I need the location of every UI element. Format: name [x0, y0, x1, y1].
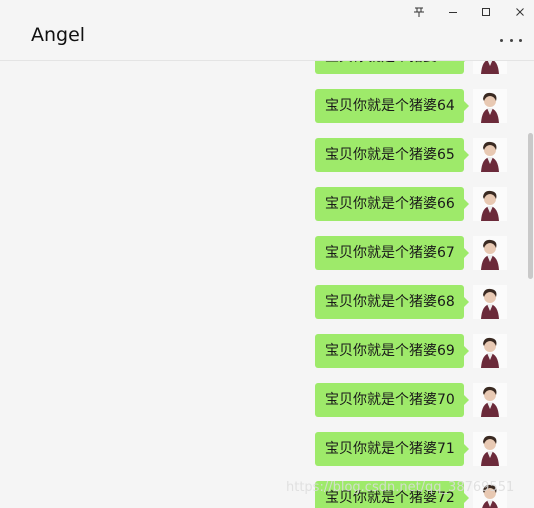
avatar[interactable] [473, 187, 507, 221]
message-bubble[interactable]: 宝贝你就是个猪婆69 [315, 334, 469, 368]
message-bubble[interactable]: 宝贝你就是个猪婆72 [315, 481, 469, 508]
avatar[interactable] [473, 432, 507, 466]
message-row: 宝贝你就是个猪婆66 [0, 187, 534, 223]
message-row: 宝贝你就是个猪婆65 [0, 138, 534, 174]
avatar[interactable] [473, 89, 507, 123]
message-row: 宝贝你就是个猪婆71 [0, 432, 534, 468]
avatar[interactable] [473, 138, 507, 172]
avatar[interactable] [473, 334, 507, 368]
message-bubble[interactable]: 宝贝你就是个猪婆64 [315, 89, 469, 123]
close-icon[interactable] [506, 3, 534, 21]
chat-header: Angel [0, 0, 534, 61]
message-bubble[interactable]: 宝贝你就是个猪婆71 [315, 432, 469, 466]
avatar[interactable] [473, 481, 507, 508]
message-bubble[interactable]: 宝贝你就是个猪婆70 [315, 383, 469, 417]
contact-name: Angel [31, 24, 86, 46]
chat-window: 宝贝你就是个猪婆63 宝贝你就是个猪婆64 宝贝你就是个猪婆65 宝贝你就是个猪… [0, 0, 534, 508]
message-list[interactable]: 宝贝你就是个猪婆63 宝贝你就是个猪婆64 宝贝你就是个猪婆65 宝贝你就是个猪… [0, 0, 534, 508]
message-bubble[interactable]: 宝贝你就是个猪婆68 [315, 285, 469, 319]
avatar[interactable] [473, 285, 507, 319]
avatar[interactable] [473, 236, 507, 270]
more-icon[interactable] [500, 36, 522, 44]
message-row: 宝贝你就是个猪婆72 [0, 481, 534, 508]
maximize-icon[interactable] [472, 3, 500, 21]
message-bubble[interactable]: 宝贝你就是个猪婆65 [315, 138, 469, 172]
message-row: 宝贝你就是个猪婆64 [0, 89, 534, 125]
message-row: 宝贝你就是个猪婆70 [0, 383, 534, 419]
more-dot [519, 38, 522, 42]
scrollbar-thumb[interactable] [528, 133, 533, 279]
message-bubble[interactable]: 宝贝你就是个猪婆67 [315, 236, 469, 270]
avatar[interactable] [473, 383, 507, 417]
message-bubble[interactable]: 宝贝你就是个猪婆66 [315, 187, 469, 221]
message-row: 宝贝你就是个猪婆69 [0, 334, 534, 370]
message-row: 宝贝你就是个猪婆67 [0, 236, 534, 272]
more-dot [500, 38, 503, 42]
pin-icon[interactable] [405, 3, 433, 21]
more-dot [509, 38, 513, 42]
minimize-icon[interactable] [439, 3, 467, 21]
message-row: 宝贝你就是个猪婆68 [0, 285, 534, 321]
